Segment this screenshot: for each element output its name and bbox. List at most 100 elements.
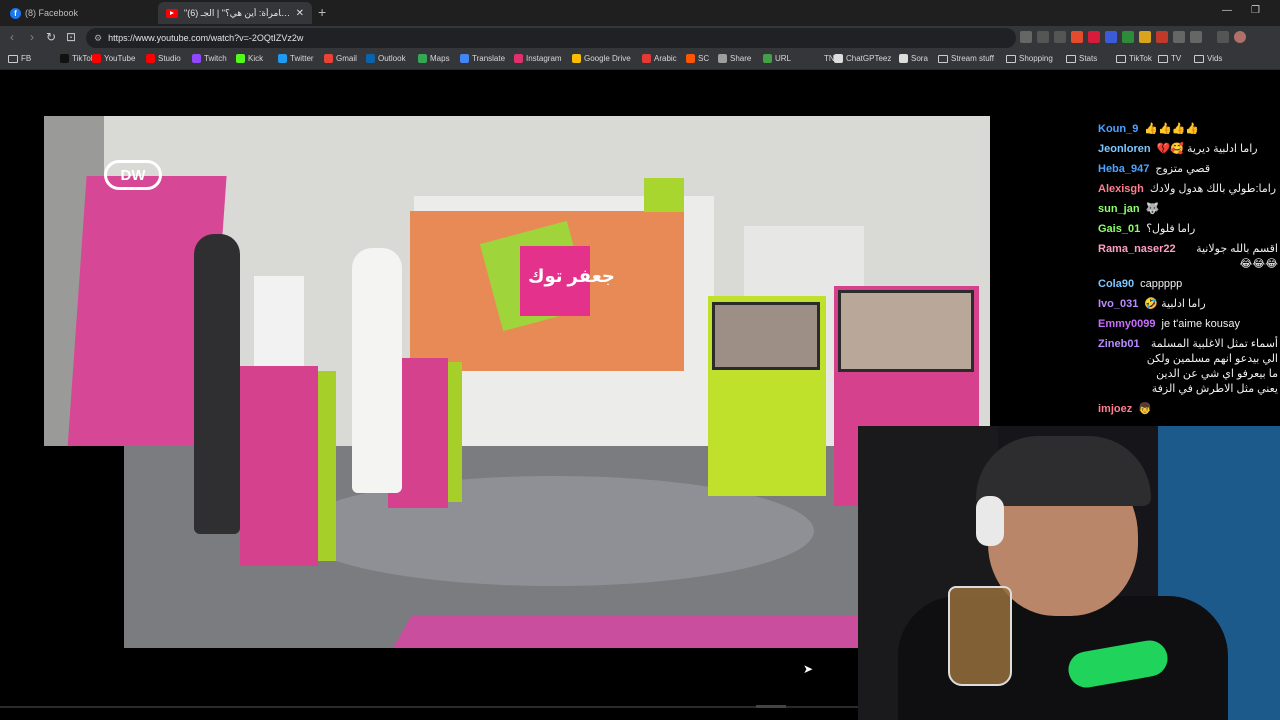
bookmark-label: FB <box>21 54 32 63</box>
chat-username[interactable]: Ivo_031 <box>1098 297 1138 312</box>
bookmark-shopping[interactable]: Shopping <box>1006 54 1053 63</box>
forward-icon[interactable]: › <box>30 30 34 44</box>
folder-icon <box>1006 54 1016 63</box>
youtube-studio-icon <box>146 54 155 63</box>
bookmark-label: Instagram <box>526 54 562 63</box>
bookmark-stats[interactable]: Stats <box>1066 54 1097 63</box>
chat-message: sun_jan 🐺 <box>1098 202 1278 217</box>
bookmark-fb[interactable]: FB <box>8 54 31 63</box>
chat-text: راما ادلبية ديرية 🥰💔 <box>1156 143 1258 155</box>
video-progress-bar[interactable] <box>0 706 858 708</box>
chat-message: Cola90 cappppp <box>1098 277 1278 292</box>
chat-username[interactable]: Emmy0099 <box>1098 317 1156 332</box>
bookmark-gmail[interactable]: Gmail <box>324 54 357 63</box>
bookmark-tiktok[interactable]: TikTok <box>60 54 95 63</box>
chat-username[interactable]: sun_jan <box>1098 202 1140 217</box>
chat-message: Zineb01 أسماء تمثل الاغلبية المسلمة الي ب… <box>1098 337 1278 397</box>
extension-green-icon[interactable] <box>1122 31 1134 43</box>
extension-yellow-icon[interactable] <box>1139 31 1151 43</box>
outlook-icon <box>366 54 375 63</box>
bookmark-tiktok[interactable]: TikTok <box>1116 54 1152 63</box>
chat-username[interactable]: Jeonloren <box>1098 142 1151 157</box>
chat-username[interactable]: Gais_01 <box>1098 222 1140 237</box>
extension-icons <box>1020 31 1246 43</box>
share-icon[interactable] <box>1054 31 1066 43</box>
translate-icon[interactable] <box>1020 31 1032 43</box>
bookmark-label: URL <box>775 54 792 63</box>
minimize-icon[interactable]: — <box>1222 5 1232 16</box>
media-icon[interactable] <box>1217 31 1229 43</box>
bookmark-label: YouTube <box>104 54 136 63</box>
bookmark-chatgpteez[interactable]: ChatGPTeez <box>834 54 891 63</box>
bookmark-vids[interactable]: Vids <box>1194 54 1222 63</box>
sidebar-icon[interactable] <box>1190 31 1202 43</box>
bookmark-label: Google Drive <box>584 54 631 63</box>
maximize-icon[interactable]: ❐ <box>1251 5 1260 16</box>
extension-blue-icon[interactable] <box>1105 31 1117 43</box>
site-info-icon[interactable]: ⚙ <box>94 33 102 44</box>
extension-red-icon[interactable] <box>1156 31 1168 43</box>
cast-icon[interactable] <box>1037 31 1049 43</box>
bookmark-label: SC <box>698 54 710 63</box>
bookmark-tv[interactable]: TV <box>1158 54 1181 63</box>
back-icon[interactable]: ‹ <box>10 30 14 44</box>
studio-screen: جعفر توك <box>410 211 684 371</box>
bookmark-studio[interactable]: Studio <box>146 54 181 63</box>
drive-icon <box>572 54 581 63</box>
tab-title: "حقوقي كامرأة: أين هي؟" | الجـ (6) <box>184 7 292 18</box>
rewards-icon[interactable] <box>1088 31 1100 43</box>
bookmark-sora[interactable]: Sora <box>899 54 928 63</box>
bookmark-translate[interactable]: Translate <box>460 54 505 63</box>
bookmark-kick[interactable]: Kick <box>236 54 263 63</box>
extensions-puzzle-icon[interactable] <box>1173 31 1185 43</box>
video-player[interactable]: جعفر توك DW <box>44 116 990 648</box>
chat-message: Koun_9 👍👍👍👍 <box>1098 122 1278 137</box>
chat-username[interactable]: Heba_947 <box>1098 162 1149 177</box>
url-text: https://www.youtube.com/watch?v=-2OQtIZV… <box>108 33 304 43</box>
bookmark-url[interactable]: URL <box>763 54 791 63</box>
bookmark-arabic[interactable]: Arabic <box>642 54 677 63</box>
bookmark-stream-stuff[interactable]: Stream stuff <box>938 54 994 63</box>
webcam-overlay <box>858 426 1280 720</box>
bookmark-instagram[interactable]: Instagram <box>514 54 562 63</box>
brave-shield-icon[interactable] <box>1071 31 1083 43</box>
bookmark-tn[interactable]: TN <box>812 54 835 63</box>
chat-username[interactable]: Koun_9 <box>1098 122 1138 137</box>
tab-facebook[interactable]: f (8) Facebook <box>2 2 152 24</box>
close-tab-icon[interactable]: ✕ <box>296 8 304 19</box>
bookmark-label: Translate <box>472 54 506 63</box>
studio-black-sign <box>44 446 124 648</box>
profile-avatar[interactable] <box>1234 31 1246 43</box>
bookmark-twitch[interactable]: Twitch <box>192 54 227 63</box>
new-tab-icon[interactable]: + <box>318 4 326 20</box>
scrollbar-thumb[interactable] <box>756 705 786 708</box>
instagram-icon <box>514 54 523 63</box>
bookmark-outlook[interactable]: Outlook <box>366 54 406 63</box>
chat-username[interactable]: Cola90 <box>1098 277 1134 292</box>
browser-toolbar: ‹ › ↻ ⊡ ⚙ https://www.youtube.com/watch?… <box>0 26 1280 50</box>
chatgpt-icon <box>834 54 843 63</box>
remote-guest-1 <box>712 302 820 370</box>
chat-message: Rama_naser22 اقسم بالله جولانية 😂😂😂 <box>1098 242 1278 272</box>
chat-username[interactable]: Alexisgh <box>1098 182 1144 197</box>
bookmark-google-drive[interactable]: Google Drive <box>572 54 631 63</box>
bookmark-label: Twitch <box>204 54 227 63</box>
bookmark-label: Stats <box>1079 54 1098 63</box>
address-bar[interactable]: ⚙ https://www.youtube.com/watch?v=-2OQtI… <box>86 28 1016 48</box>
facebook-icon: f <box>10 7 21 19</box>
chat-username[interactable]: Zineb01 <box>1098 337 1140 352</box>
tab-youtube-active[interactable]: "حقوقي كامرأة: أين هي؟" | الجـ (6) ✕ <box>158 2 312 24</box>
bookmark-share[interactable]: Share <box>718 54 751 63</box>
bookmark-sc[interactable]: SC <box>686 54 709 63</box>
chat-message: Ivo_031 راما ادلبية 🤣 <box>1098 297 1278 312</box>
bookmark-label: TikTok <box>1129 54 1152 63</box>
bookmark-twitter[interactable]: Twitter <box>278 54 314 63</box>
bookmark-label: ChatGPTeez <box>846 54 892 63</box>
chat-username[interactable]: imjoez <box>1098 402 1132 417</box>
bookmark-youtube[interactable]: YouTube <box>92 54 135 63</box>
bookmark-icon[interactable]: ⊡ <box>66 30 76 44</box>
chat-username[interactable]: Rama_naser22 <box>1098 242 1176 257</box>
chat-text: قصي متزوج <box>1155 163 1211 175</box>
reload-icon[interactable]: ↻ <box>46 30 56 44</box>
bookmark-maps[interactable]: Maps <box>418 54 450 63</box>
